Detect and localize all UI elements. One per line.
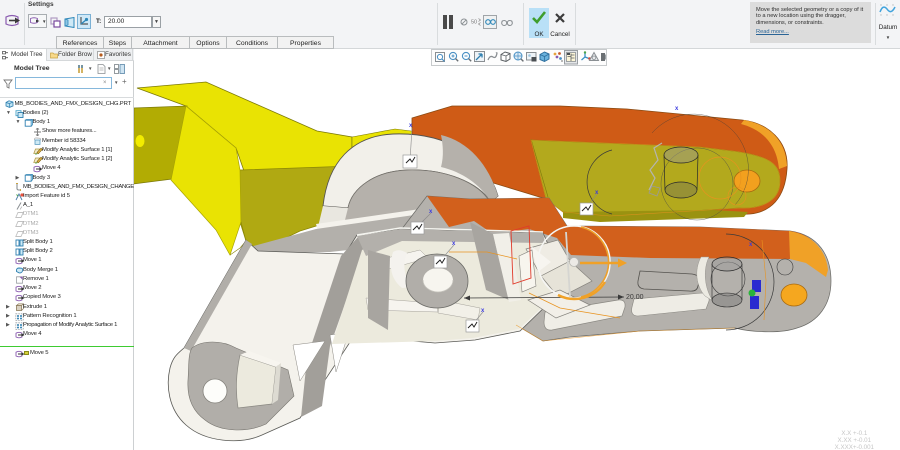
svg-text:50: 50 <box>471 20 477 26</box>
svg-text:x: x <box>675 106 679 112</box>
svg-text:20.00: 20.00 <box>626 294 644 301</box>
